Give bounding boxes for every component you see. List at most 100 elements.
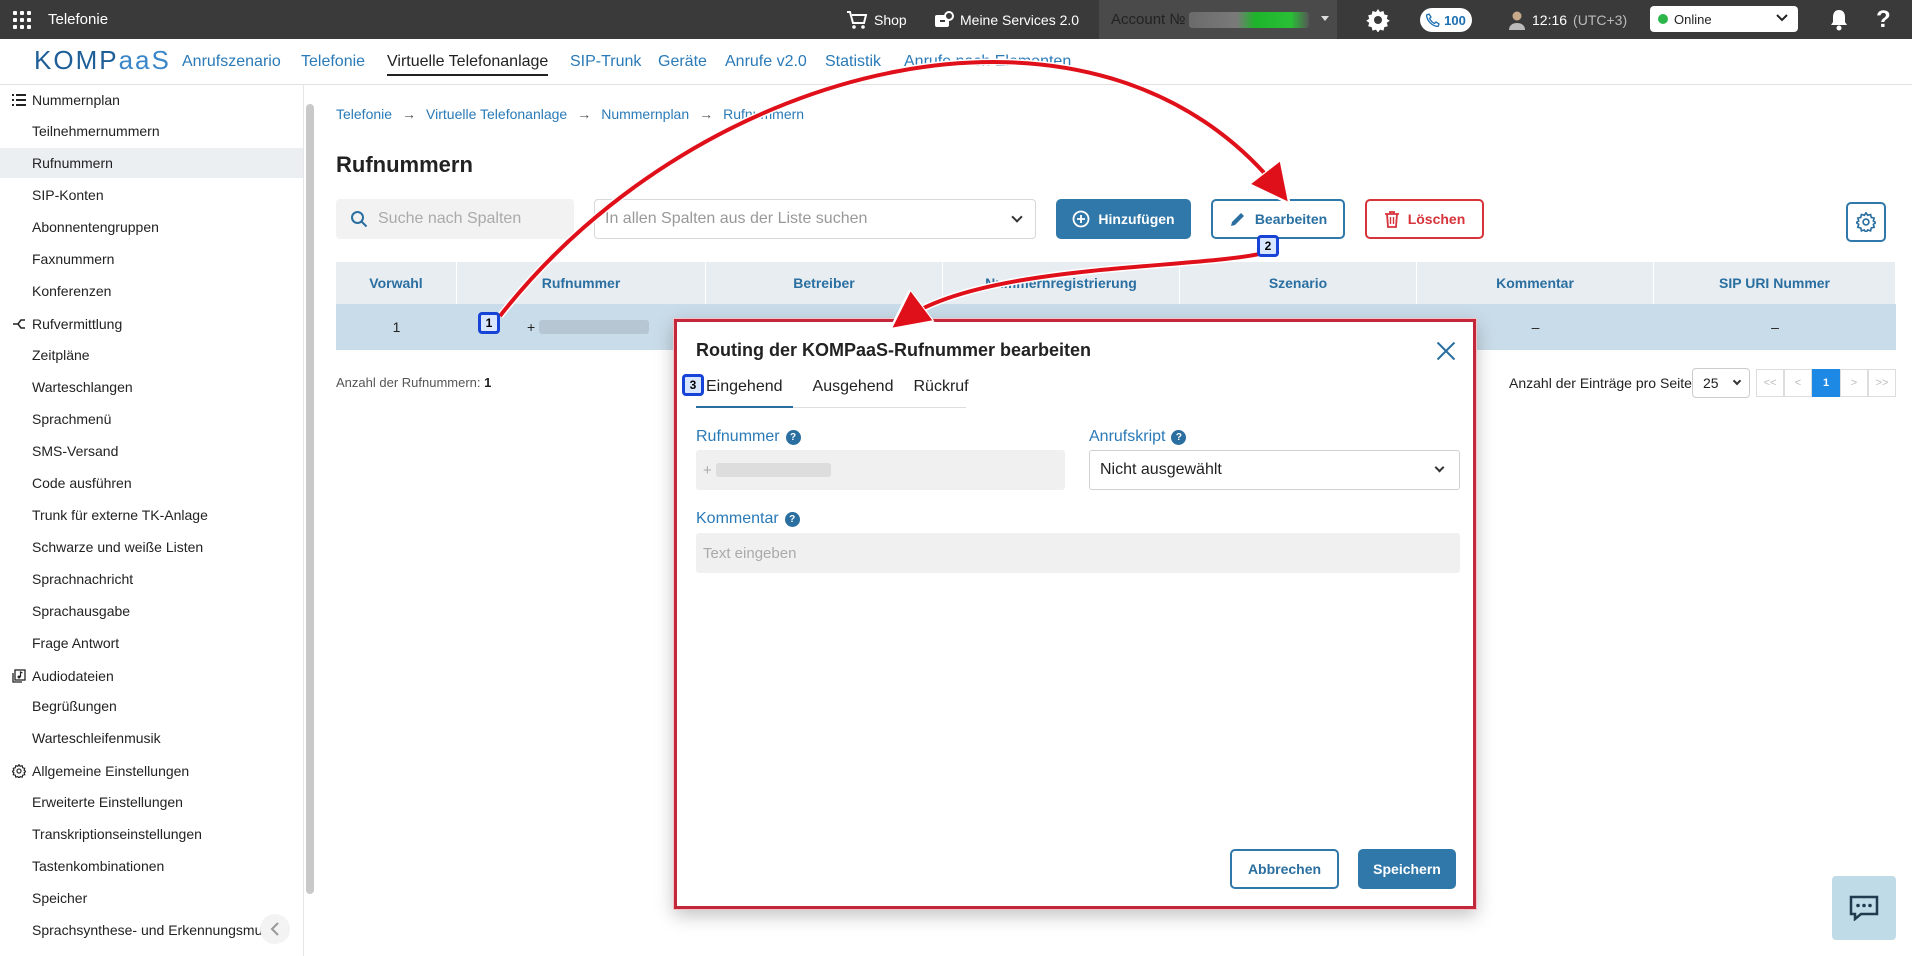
sidebar-item-erweiterte-einstellungen[interactable]: Erweiterte Einstellungen: [0, 787, 303, 817]
col-sip-uri[interactable]: SIP URI Nummer: [1654, 262, 1896, 304]
close-icon[interactable]: [1435, 340, 1457, 362]
sidebar-item-sprachmenue[interactable]: Sprachmenü: [0, 404, 303, 434]
breadcrumb-rufnummern[interactable]: Rufnummern: [723, 106, 804, 122]
col-betreiber[interactable]: Betreiber: [706, 262, 943, 304]
col-nummernregistrierung[interactable]: Nummernregistrierung: [943, 262, 1180, 304]
sidebar-scrollbar[interactable]: [306, 104, 314, 894]
sidebar-item-konferenzen[interactable]: Konferenzen: [0, 276, 303, 306]
gear-icon: [1366, 8, 1390, 32]
rufnummer-label: Rufnummer?: [696, 428, 801, 446]
col-szenario[interactable]: Szenario: [1180, 262, 1417, 304]
nav-anrufe-nach-elementen[interactable]: Anrufe nach Elementen: [904, 53, 1071, 71]
page-last[interactable]: >>: [1868, 369, 1896, 397]
sidebar-item-tastenkombinationen[interactable]: Tastenkombinationen: [0, 851, 303, 881]
help-icon[interactable]: ?: [784, 511, 800, 527]
cancel-button[interactable]: Abbrechen: [1230, 849, 1339, 889]
nav-virtuelle-telefonanlage[interactable]: Virtuelle Telefonanlage: [387, 53, 549, 76]
col-vorwahl[interactable]: Vorwahl: [336, 262, 457, 304]
tab-ausgehend[interactable]: Ausgehend: [813, 378, 894, 408]
delete-button[interactable]: Löschen: [1365, 199, 1484, 239]
step-marker-2: 2: [1257, 235, 1279, 257]
col-rufnummer[interactable]: Rufnummer: [457, 262, 706, 304]
sidebar-section-audiodateien[interactable]: Audiodateien: [12, 668, 114, 684]
sidebar-item-sprachnachricht[interactable]: Sprachnachricht: [0, 564, 303, 594]
edit-button[interactable]: Bearbeiten: [1211, 199, 1345, 239]
nav-sip-trunk[interactable]: SIP-Trunk: [570, 53, 641, 71]
nav-anrufe-v2[interactable]: Anrufe v2.0: [725, 53, 807, 71]
perpage-select[interactable]: 25: [1692, 368, 1750, 398]
gear-icon: [1856, 212, 1876, 232]
page-1[interactable]: 1: [1812, 369, 1840, 397]
help-icon[interactable]: ?: [1171, 429, 1187, 445]
page-first[interactable]: <<: [1756, 369, 1784, 397]
breadcrumb-virtuelle-telefonanlage[interactable]: Virtuelle Telefonanlage: [426, 106, 567, 122]
nav-geraete[interactable]: Geräte: [658, 53, 707, 71]
perpage-label: Anzahl der Einträge pro Seite: [1509, 375, 1692, 391]
sidebar-section-allgemeine-einstellungen[interactable]: Allgemeine Einstellungen: [12, 763, 189, 779]
shop-link[interactable]: Shop: [846, 0, 907, 39]
sidebar-item-schwarze-weisse-listen[interactable]: Schwarze und weiße Listen: [0, 532, 303, 562]
page-next[interactable]: >: [1840, 369, 1868, 397]
sidebar-item-code-ausfuehren[interactable]: Code ausführen: [0, 468, 303, 498]
add-button[interactable]: Hinzufügen: [1056, 199, 1191, 239]
active-calls-badge[interactable]: 100: [1420, 8, 1472, 32]
account-selector[interactable]: Account №: [1099, 0, 1337, 39]
logo[interactable]: KOMPaaS: [34, 45, 171, 76]
main-nav: KOMPaaS Anrufszenario Telefonie Virtuell…: [0, 39, 1912, 85]
sidebar-item-zeitplaene[interactable]: Zeitpläne: [0, 340, 303, 370]
table-settings-button[interactable]: [1846, 202, 1886, 242]
sidebar-item-warteschleifenmusik[interactable]: Warteschleifenmusik: [0, 723, 303, 753]
services-link[interactable]: Meine Services 2.0: [934, 0, 1079, 39]
tab-eingehend[interactable]: Eingehend: [696, 378, 793, 408]
settings-button[interactable]: [1366, 0, 1390, 39]
sidebar-item-transkriptionseinstellungen[interactable]: Transkriptionseinstellungen: [0, 819, 303, 849]
account-label: Account №: [1111, 11, 1186, 28]
trash-icon: [1384, 211, 1399, 228]
status-dropdown[interactable]: Online: [1650, 6, 1798, 32]
help-icon: ?: [1876, 5, 1891, 33]
sidebar-item-begruessungen[interactable]: Begrüßungen: [0, 691, 303, 721]
column-search-placeholder: In allen Spalten aus der Liste suchen: [605, 210, 868, 227]
sidebar-item-sprachausgabe[interactable]: Sprachausgabe: [0, 596, 303, 626]
table-header: Vorwahl Rufnummer Betreiber Nummernregis…: [336, 262, 1896, 304]
sidebar-item-trunk-extern[interactable]: Trunk für externe TK-Anlage: [0, 500, 303, 530]
notifications-button[interactable]: [1829, 0, 1849, 39]
step-marker-3: 3: [682, 374, 704, 396]
sidebar-item-sms-versand[interactable]: SMS-Versand: [0, 436, 303, 466]
sidebar-item-rufnummern[interactable]: Rufnummern: [0, 148, 303, 178]
chat-icon: [1849, 895, 1879, 921]
sidebar-item-warteschlangen[interactable]: Warteschlangen: [0, 372, 303, 402]
chat-button[interactable]: [1832, 876, 1896, 940]
breadcrumb-nummernplan[interactable]: Nummernplan: [601, 106, 689, 122]
sidebar-section-rufvermittlung[interactable]: Rufvermittlung: [12, 316, 122, 332]
col-kommentar[interactable]: Kommentar: [1417, 262, 1654, 304]
nav-anrufszenario[interactable]: Anrufszenario: [182, 53, 281, 71]
sidebar-collapse-button[interactable]: [260, 914, 290, 944]
help-button[interactable]: ?: [1876, 0, 1891, 39]
column-search-select[interactable]: In allen Spalten aus der Liste suchen: [594, 199, 1036, 239]
help-icon[interactable]: ?: [785, 429, 801, 445]
tab-rueckruf[interactable]: Rückruf: [913, 378, 968, 408]
nav-statistik[interactable]: Statistik: [825, 53, 881, 71]
apps-grid-icon[interactable]: [4, 0, 40, 39]
sidebar-item-frage-antwort[interactable]: Frage Antwort: [0, 628, 303, 658]
nav-telefonie[interactable]: Telefonie: [301, 53, 365, 71]
search-input[interactable]: Suche nach Spalten: [336, 199, 574, 239]
timezone: (UTC+3): [1573, 11, 1628, 28]
dialog-tabs: Eingehend Ausgehend Rückruf: [696, 378, 969, 408]
sidebar-section-nummernplan[interactable]: Nummernplan: [12, 92, 120, 108]
search-placeholder: Suche nach Spalten: [378, 210, 522, 227]
breadcrumb-telefonie[interactable]: Telefonie: [336, 106, 392, 122]
cart-icon: [847, 10, 868, 29]
sidebar-item-teilnehmernummern[interactable]: Teilnehmernummern: [0, 116, 303, 146]
chevron-down-icon: [1434, 462, 1445, 473]
kommentar-input[interactable]: Text eingeben: [696, 533, 1460, 573]
save-button[interactable]: Speichern: [1358, 849, 1456, 889]
anrufskript-select[interactable]: Nicht ausgewählt: [1089, 450, 1460, 490]
page-prev[interactable]: <: [1784, 369, 1812, 397]
sidebar-item-speicher[interactable]: Speicher: [0, 883, 303, 913]
sidebar-item-sprachsynthese[interactable]: Sprachsynthese- und Erkennungsmus: [0, 915, 262, 945]
sidebar-item-faxnummern[interactable]: Faxnummern: [0, 244, 303, 274]
sidebar-item-abonnentengruppen[interactable]: Abonnentengruppen: [0, 212, 303, 242]
sidebar-item-sip-konten[interactable]: SIP-Konten: [0, 180, 303, 210]
